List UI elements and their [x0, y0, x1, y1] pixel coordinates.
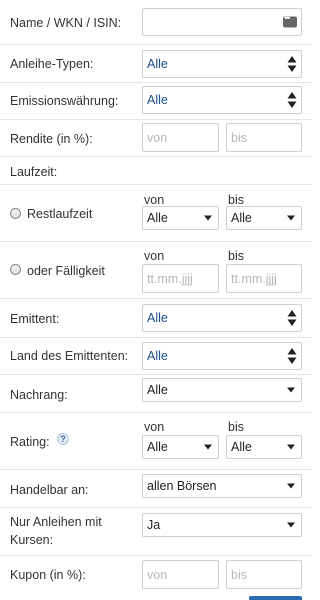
restlaufzeit-from-select[interactable]: Alle — [142, 206, 219, 230]
emissionswaehrung-label: Emissionswährung: — [10, 94, 119, 108]
rating-from-value: Alle — [147, 440, 168, 454]
chevron-down-icon — [287, 483, 295, 489]
faelligkeit-from-placeholder: tt.mm.jjjj — [147, 271, 193, 286]
land-emittent-label: Land des Emittenten: — [10, 349, 129, 363]
rating-to-label: bis — [228, 420, 244, 434]
chevron-down-icon — [287, 387, 295, 393]
kupon-to-placeholder: bis — [231, 567, 247, 582]
rating-to-value: Alle — [231, 440, 252, 454]
help-icon[interactable]: ? — [57, 433, 69, 445]
handelbar-select[interactable]: allen Börsen — [142, 474, 302, 498]
row-faelligkeit: oder Fälligkeit von bis tt.mm.jjjj tt.mm… — [0, 242, 312, 299]
faelligkeit-from-label: von — [144, 249, 165, 263]
restlaufzeit-label: Restlaufzeit — [27, 207, 93, 221]
rating-label: Rating: — [10, 435, 50, 449]
row-nachrang: Nachrang: Alle — [0, 375, 312, 413]
nachrang-select[interactable]: Alle — [142, 378, 302, 402]
row-kupon: Kupon (in %): von bis — [0, 556, 312, 600]
row-anleihe-typen: Anleihe-Typen: Alle — [0, 45, 312, 83]
anleihe-typen-label: Anleihe-Typen: — [10, 57, 94, 71]
laufzeit-label: Laufzeit: — [10, 165, 58, 179]
rating-to-select[interactable]: Alle — [226, 435, 302, 459]
emissionswaehrung-select[interactable]: Alle — [142, 86, 302, 114]
chevron-down-icon — [287, 215, 295, 221]
land-emittent-select[interactable]: Alle — [142, 342, 302, 370]
restlaufzeit-radio[interactable] — [10, 208, 21, 219]
up-down-arrows-icon — [287, 92, 297, 108]
anleihe-typen-value: Alle — [147, 57, 168, 71]
row-land-emittent: Land des Emittenten: Alle — [0, 338, 312, 375]
row-emittent: Emittent: Alle — [0, 299, 312, 338]
handelbar-value: allen Börsen — [147, 479, 217, 493]
emittent-value: Alle — [147, 311, 168, 325]
faelligkeit-radio[interactable] — [10, 264, 21, 275]
row-name-search: Name / WKN / ISIN: — [0, 0, 312, 45]
nur-kursen-label-line1: Nur Anleihen mit — [10, 515, 102, 529]
restlaufzeit-to-select[interactable]: Alle — [226, 206, 302, 230]
faelligkeit-to-input[interactable]: tt.mm.jjjj — [226, 264, 302, 293]
row-restlaufzeit: Restlaufzeit von bis Alle Alle — [0, 185, 312, 242]
up-down-arrows-icon — [287, 56, 297, 72]
name-search-input[interactable] — [142, 8, 302, 36]
kupon-label: Kupon (in %): — [10, 568, 86, 582]
handelbar-label: Handelbar an: — [10, 483, 89, 497]
more-options-icon[interactable] — [283, 14, 297, 28]
row-nur-kursen: Nur Anleihen mit Kursen: Ja — [0, 508, 312, 556]
rating-from-select[interactable]: Alle — [142, 435, 219, 459]
row-emissionswaehrung: Emissionswährung: Alle — [0, 83, 312, 120]
faelligkeit-to-label: bis — [228, 249, 244, 263]
faelligkeit-label: oder Fälligkeit — [27, 264, 105, 278]
emittent-label: Emittent: — [10, 312, 60, 326]
land-emittent-value: Alle — [147, 349, 168, 363]
anleihe-typen-select[interactable]: Alle — [142, 50, 302, 78]
nachrang-value: Alle — [147, 383, 168, 397]
row-handelbar: Handelbar an: allen Börsen — [0, 470, 312, 508]
chevron-down-icon — [204, 215, 212, 221]
chevron-down-icon — [287, 522, 295, 528]
up-down-arrows-icon — [287, 310, 297, 326]
rendite-from-input[interactable]: von — [142, 123, 219, 152]
row-rendite: Rendite (in %): von bis — [0, 120, 312, 157]
name-search-label: Name / WKN / ISIN: — [10, 16, 122, 30]
kupon-from-input[interactable]: von — [142, 560, 219, 589]
faelligkeit-to-placeholder: tt.mm.jjjj — [231, 271, 277, 286]
rendite-from-placeholder: von — [147, 130, 168, 145]
up-down-arrows-icon — [287, 348, 297, 364]
rendite-to-input[interactable]: bis — [226, 123, 302, 152]
kupon-to-input[interactable]: bis — [226, 560, 302, 589]
kupon-from-placeholder: von — [147, 567, 168, 582]
nur-kursen-select[interactable]: Ja — [142, 513, 302, 537]
emissionswaehrung-value: Alle — [147, 93, 168, 107]
nur-kursen-value: Ja — [147, 518, 161, 532]
rendite-label: Rendite (in %): — [10, 132, 93, 146]
rating-from-label: von — [144, 420, 165, 434]
restlaufzeit-from-label: von — [144, 193, 165, 207]
nur-kursen-label: Nur Anleihen mit Kursen: — [10, 513, 102, 549]
submit-button-edge[interactable] — [249, 596, 302, 600]
chevron-down-icon — [287, 444, 295, 450]
chevron-down-icon — [204, 444, 212, 450]
row-laufzeit: Laufzeit: — [0, 157, 312, 185]
faelligkeit-from-input[interactable]: tt.mm.jjjj — [142, 264, 219, 293]
restlaufzeit-from-value: Alle — [147, 211, 168, 225]
rendite-to-placeholder: bis — [231, 130, 247, 145]
row-rating: Rating: ? von bis Alle Alle — [0, 413, 312, 470]
nur-kursen-label-line2: Kursen: — [10, 533, 54, 547]
restlaufzeit-to-value: Alle — [231, 211, 252, 225]
emittent-select[interactable]: Alle — [142, 304, 302, 332]
restlaufzeit-to-label: bis — [228, 193, 244, 207]
nachrang-label: Nachrang: — [10, 388, 68, 402]
